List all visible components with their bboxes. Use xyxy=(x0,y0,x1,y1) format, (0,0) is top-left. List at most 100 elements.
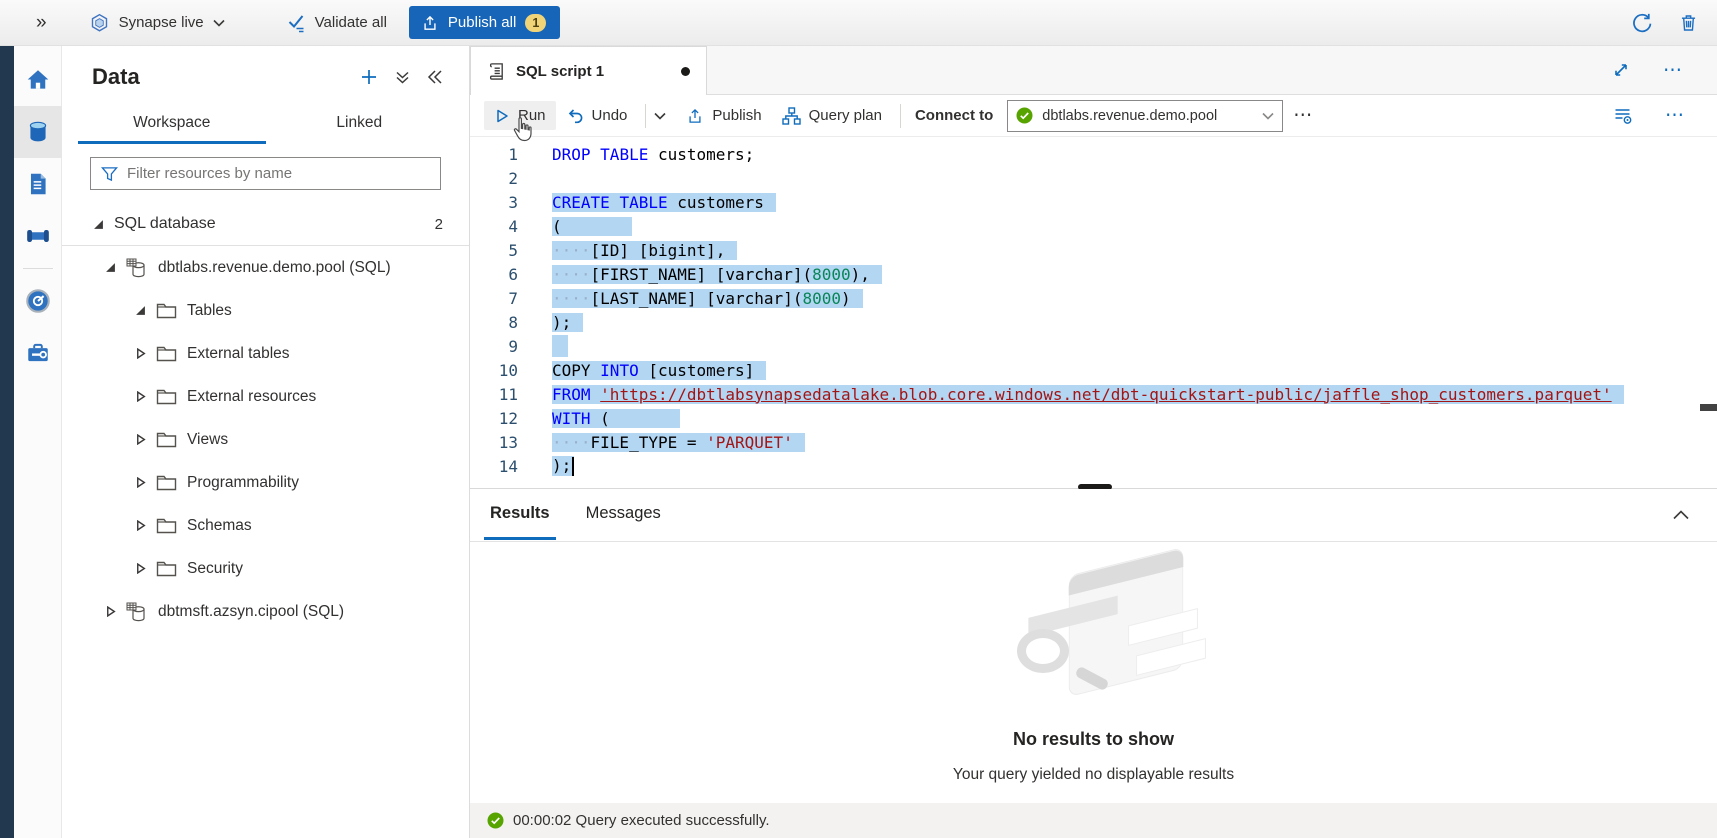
sql-code-editor[interactable]: 1DROP TABLE customers;23CREATE TABLE cus… xyxy=(470,137,1717,489)
validate-all-button[interactable]: Validate all xyxy=(287,13,387,33)
code-text: ····[ID] [bigint], xyxy=(552,241,737,260)
tree-label: Schemas xyxy=(187,517,252,535)
triangle-collapsed-icon[interactable] xyxy=(134,477,146,488)
add-plus-icon[interactable] xyxy=(360,68,378,86)
tree-node-programmability[interactable]: Programmability xyxy=(62,461,469,504)
filter-resources-input[interactable] xyxy=(127,165,430,182)
publish-count-badge: 1 xyxy=(525,14,546,32)
toolbar-separator xyxy=(645,104,646,128)
success-check-icon xyxy=(487,812,504,829)
line-number: 6 xyxy=(470,265,518,284)
folder-icon xyxy=(156,302,177,319)
tab-linked[interactable]: Linked xyxy=(266,106,454,144)
triangle-expanded-icon[interactable] xyxy=(134,305,146,316)
expand-editor-icon[interactable] xyxy=(1613,62,1629,78)
toolbar-more-ellipsis-icon[interactable]: ⋯ xyxy=(1283,104,1323,127)
collapse-panel-icon[interactable] xyxy=(427,70,443,84)
triangle-collapsed-icon[interactable] xyxy=(134,520,146,531)
tree-node-dbtmsft-azsyn-cipool-sql-[interactable]: dbtmsft.azsyn.cipool (SQL) xyxy=(62,590,469,633)
view-settings-icon[interactable] xyxy=(1613,106,1633,125)
code-text xyxy=(552,335,568,357)
query-plan-button[interactable]: Query plan xyxy=(772,101,892,131)
tab-sql-script-1[interactable]: SQL script 1 xyxy=(470,46,707,95)
tree-node-external-resources[interactable]: External resources xyxy=(62,375,469,418)
tree-node-security[interactable]: Security xyxy=(62,547,469,590)
code-text: ); xyxy=(552,313,583,332)
data-panel: Data Workspace Linked SQL database 2 dbt… xyxy=(62,46,470,838)
triangle-collapsed-icon[interactable] xyxy=(134,348,146,359)
query-plan-icon xyxy=(782,107,801,125)
editor-toolbar: Run Undo Publish Query plan Connect to d… xyxy=(470,95,1717,137)
empty-state-subtitle: Your query yielded no displayable result… xyxy=(953,766,1234,784)
left-nav-strip xyxy=(0,46,14,838)
code-line-4: 4( xyxy=(470,214,1717,238)
tree-node-external-tables[interactable]: External tables xyxy=(62,332,469,375)
tree-label: Programmability xyxy=(187,474,299,492)
undo-button[interactable]: Undo xyxy=(556,101,638,131)
mode-selector[interactable]: Synapse live xyxy=(89,12,225,34)
rail-item-integrate[interactable] xyxy=(14,210,62,262)
monitor-gauge-icon xyxy=(24,287,52,315)
tree-node-views[interactable]: Views xyxy=(62,418,469,461)
manage-toolbox-icon xyxy=(24,340,52,366)
pool-name: dbtlabs.revenue.demo.pool xyxy=(1042,108,1253,124)
tree-label: SQL database xyxy=(114,215,216,233)
tree-node-sql-database[interactable]: SQL database 2 xyxy=(62,203,469,246)
rail-item-home[interactable] xyxy=(14,54,62,106)
tree-label: dbtlabs.revenue.demo.pool (SQL) xyxy=(158,259,391,277)
double-chevron-down-icon[interactable] xyxy=(395,70,410,85)
editor-scrollbar-thumb[interactable] xyxy=(1700,404,1717,411)
toolbar-right-ellipsis-icon[interactable]: ⋯ xyxy=(1655,104,1695,127)
chevron-down-icon xyxy=(213,19,225,27)
triangle-expanded-icon[interactable] xyxy=(92,219,104,230)
validate-check-icon xyxy=(287,13,307,33)
tree-node-schemas[interactable]: Schemas xyxy=(62,504,469,547)
pool-selector-dropdown[interactable]: dbtlabs.revenue.demo.pool xyxy=(1007,100,1283,132)
rail-item-monitor[interactable] xyxy=(14,275,62,327)
folder-icon xyxy=(156,345,177,362)
sql-script-icon xyxy=(487,60,506,82)
tab-more-ellipsis-icon[interactable]: ⋯ xyxy=(1653,59,1693,82)
tree-label: Security xyxy=(187,560,243,578)
integrate-pipeline-icon xyxy=(23,223,53,249)
rail-item-develop[interactable] xyxy=(14,158,62,210)
publish-label: Publish xyxy=(712,107,761,124)
triangle-collapsed-icon[interactable] xyxy=(134,391,146,402)
triangle-collapsed-icon[interactable] xyxy=(134,434,146,445)
tab-messages[interactable]: Messages xyxy=(580,490,667,540)
undo-dropdown-chevron-icon[interactable] xyxy=(654,112,666,120)
code-line-8: 8); xyxy=(470,310,1717,334)
code-text: ····[LAST_NAME] [varchar](8000) xyxy=(552,289,863,308)
run-button[interactable]: Run xyxy=(484,101,556,130)
line-number: 13 xyxy=(470,433,518,452)
refresh-icon[interactable] xyxy=(1630,12,1652,34)
pool-connected-check-icon xyxy=(1016,107,1033,124)
tree-node-dbtlabs-revenue-demo-pool-sql-[interactable]: dbtlabs.revenue.demo.pool (SQL) xyxy=(62,246,469,289)
empty-state-title: No results to show xyxy=(1013,729,1174,750)
tab-workspace[interactable]: Workspace xyxy=(78,106,266,144)
triangle-collapsed-icon[interactable] xyxy=(104,606,116,617)
discard-trash-icon[interactable] xyxy=(1678,12,1699,34)
publish-icon xyxy=(686,107,704,125)
no-results-illustration xyxy=(999,555,1189,715)
rail-item-manage[interactable] xyxy=(14,327,62,379)
triangle-collapsed-icon[interactable] xyxy=(134,563,146,574)
publish-all-button[interactable]: Publish all 1 xyxy=(409,6,560,39)
code-line-3: 3CREATE TABLE customers xyxy=(470,190,1717,214)
toolbar-separator xyxy=(900,104,901,128)
tree-node-tables[interactable]: Tables xyxy=(62,289,469,332)
collapse-results-chevron-up-icon[interactable] xyxy=(1673,510,1689,520)
code-line-7: 7····[LAST_NAME] [varchar](8000) xyxy=(470,286,1717,310)
expand-nav-icon[interactable]: » xyxy=(36,12,47,34)
tab-results[interactable]: Results xyxy=(484,490,556,540)
code-text: ····FILE_TYPE = 'PARQUET' xyxy=(552,433,805,452)
publish-button[interactable]: Publish xyxy=(676,101,771,131)
code-line-14: 14); xyxy=(470,454,1717,478)
folder-icon xyxy=(156,517,177,534)
triangle-expanded-icon[interactable] xyxy=(104,262,116,273)
rail-item-data[interactable] xyxy=(14,106,62,158)
resource-tree: SQL database 2 dbtlabs.revenue.demo.pool… xyxy=(62,203,469,633)
results-tab-bar: Results Messages xyxy=(470,489,1717,542)
line-number: 9 xyxy=(470,337,518,356)
tree-label: External tables xyxy=(187,345,290,363)
